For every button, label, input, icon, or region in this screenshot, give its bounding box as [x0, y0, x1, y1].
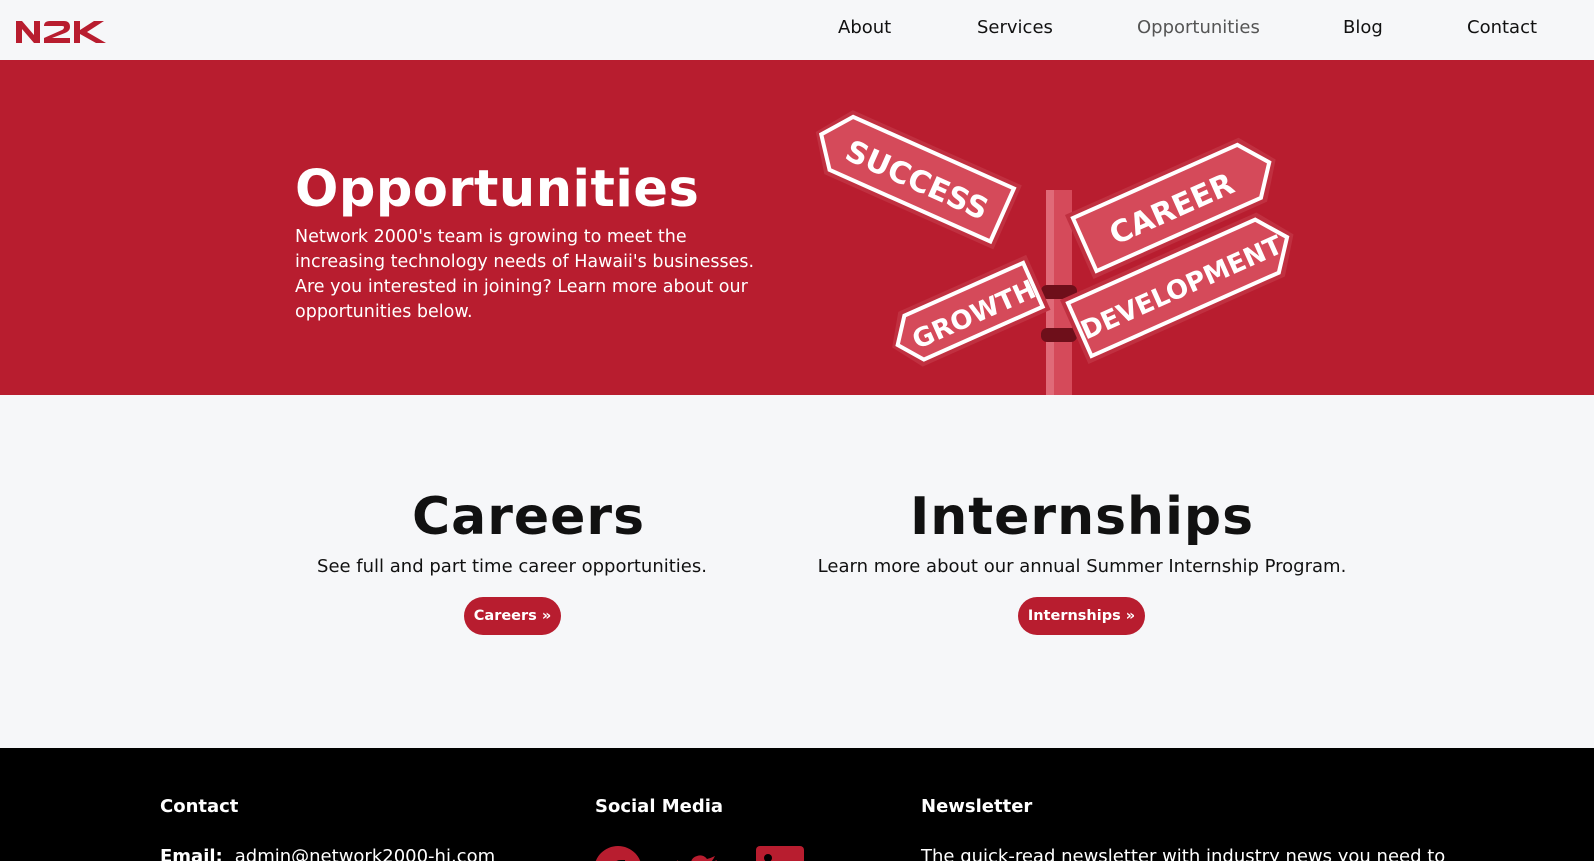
page-title: Opportunities: [295, 160, 700, 219]
nav-blog[interactable]: Blog: [1343, 17, 1383, 38]
signpost-illustration: SUCCESS CAREER GROWTH DEVELOPMENT: [815, 110, 1294, 395]
careers-heading: Careers: [412, 487, 646, 547]
facebook-icon[interactable]: [594, 846, 642, 861]
footer-email: Email: admin@network2000-hi.com: [160, 846, 495, 861]
twitter-icon[interactable]: [675, 846, 723, 861]
site-footer: Contact Social Media Newsletter Email: ad…: [0, 748, 1594, 861]
nav-opportunities[interactable]: Opportunities: [1137, 17, 1260, 38]
careers-button[interactable]: Careers »: [464, 597, 561, 635]
nav-about[interactable]: About: [838, 17, 891, 38]
n2k-logo[interactable]: [14, 17, 110, 45]
newsletter-text: The quick-read newsletter with industry …: [921, 846, 1446, 861]
email-label: Email:: [160, 846, 223, 861]
footer-social-heading: Social Media: [595, 796, 724, 817]
nav-services[interactable]: Services: [977, 17, 1053, 38]
linkedin-icon[interactable]: [756, 846, 804, 861]
hero-banner: Opportunities Network 2000's team is gro…: [0, 60, 1594, 395]
careers-description: See full and part time career opportunit…: [317, 556, 707, 577]
internships-button[interactable]: Internships »: [1018, 597, 1145, 635]
footer-contact-heading: Contact: [160, 796, 239, 817]
nav-contact[interactable]: Contact: [1467, 17, 1537, 38]
internships-description: Learn more about our annual Summer Inter…: [817, 556, 1347, 577]
internships-heading: Internships: [909, 487, 1255, 547]
email-link[interactable]: admin@network2000-hi.com: [235, 846, 495, 861]
footer-newsletter-heading: Newsletter: [921, 796, 1033, 817]
top-navbar: About Services Opportunities Blog Contac…: [0, 0, 1594, 60]
hero-description: Network 2000's team is growing to meet t…: [295, 227, 755, 322]
